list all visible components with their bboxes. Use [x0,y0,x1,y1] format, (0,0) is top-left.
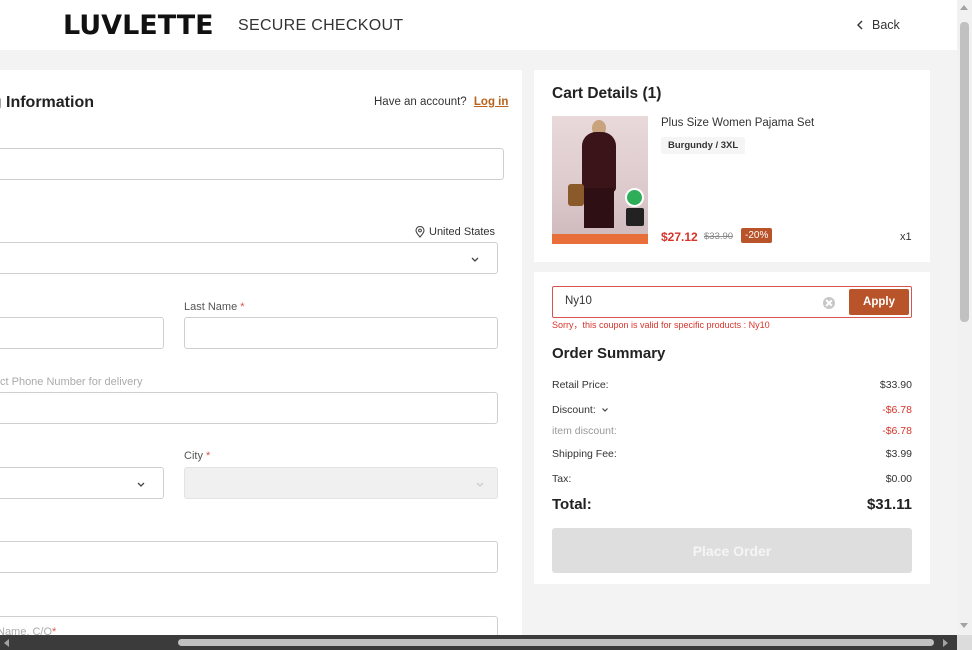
chevron-down-icon [601,408,608,412]
scrollbar-corner [957,635,972,650]
city-label: City * [184,450,211,462]
item-discount-label: item discount: [552,425,617,437]
vertical-scrollbar[interactable] [957,0,972,635]
product-original-price: $33.90 [704,231,734,242]
shipping-fee-label: Shipping Fee: [552,448,617,460]
apply-coupon-button[interactable]: Apply [849,289,909,315]
retail-price-label: Retail Price: [552,379,609,391]
discount-value: -$6.78 [882,404,912,416]
country-indicator[interactable]: United States [415,226,495,238]
scrollbar-thumb[interactable] [178,639,934,646]
horizontal-scrollbar[interactable] [0,635,972,650]
order-summary-panel: Ny10 Apply Sorry，this coupon is valid fo… [534,272,930,584]
discount-badge: -20% [741,228,773,243]
shipping-title: ng Information [0,94,94,111]
brand-logo[interactable]: LUVLETTE [63,10,214,41]
retail-price-value: $33.90 [879,379,912,391]
product-variant: Burgundy / 3XL [661,137,746,154]
login-link[interactable]: Log in [474,96,509,108]
order-summary-title: Order Summary [552,345,666,362]
total-label: Total: [552,496,592,513]
state-select[interactable] [0,467,164,499]
last-name-label: Last Name * [184,301,245,313]
city-select[interactable] [184,467,498,499]
page-title: SECURE CHECKOUT [238,17,404,34]
product-price: $27.12 [661,230,698,244]
back-button[interactable]: Back [856,18,900,32]
scroll-left-icon[interactable] [4,639,9,647]
product-quantity: x1 [900,231,912,243]
location-pin-icon [415,226,425,238]
discount-toggle[interactable]: Discount: [552,404,609,416]
coupon-input[interactable]: Ny10 [565,295,592,307]
scroll-up-icon[interactable] [960,5,968,10]
coupon-error: Sorry，this coupon is valid for specific … [552,320,770,330]
product-name[interactable]: Plus Size Women Pajama Set [661,117,814,129]
have-account-text: Have an account? [374,96,467,108]
badge-icon [625,188,644,207]
chevron-down-icon [137,482,145,487]
email-field[interactable] [0,148,504,180]
chevron-down-icon [471,257,479,262]
shipping-form: ng Information Have an account? Log in U… [0,70,522,650]
cart-details: Cart Details (1) Plus Size Women Pajama … [534,70,930,262]
place-order-button[interactable]: Place Order [552,528,912,573]
tax-value: $0.00 [885,473,912,485]
chevron-down-icon [476,482,484,487]
product-image[interactable] [552,116,648,244]
coupon-box: Ny10 Apply [552,286,912,318]
scrollbar-thumb[interactable] [960,22,969,322]
shipping-fee-value: $3.99 [885,448,912,460]
phone-field[interactable] [0,392,498,424]
first-name-field[interactable] [0,317,164,349]
tax-label: Tax: [552,473,572,485]
country-label: United States [429,226,496,238]
country-select[interactable] [0,242,498,274]
chevron-left-icon [857,20,863,30]
last-name-field[interactable] [184,317,498,349]
scroll-right-icon[interactable] [943,639,948,647]
scroll-down-icon[interactable] [960,623,968,628]
back-label: Back [872,18,900,32]
address-field[interactable] [0,541,498,573]
account-prompt: Have an account? Log in [374,96,508,108]
item-discount-value: -$6.78 [882,425,912,437]
cart-title: Cart Details (1) [552,85,662,102]
header: LUVLETTE SECURE CHECKOUT Back [0,0,957,50]
total-value: $31.11 [866,496,912,513]
phone-hint: ct Phone Number for delivery [0,376,143,388]
clear-icon[interactable] [823,297,835,309]
discount-label: Discount: [552,404,596,416]
badge-icon [626,208,644,226]
